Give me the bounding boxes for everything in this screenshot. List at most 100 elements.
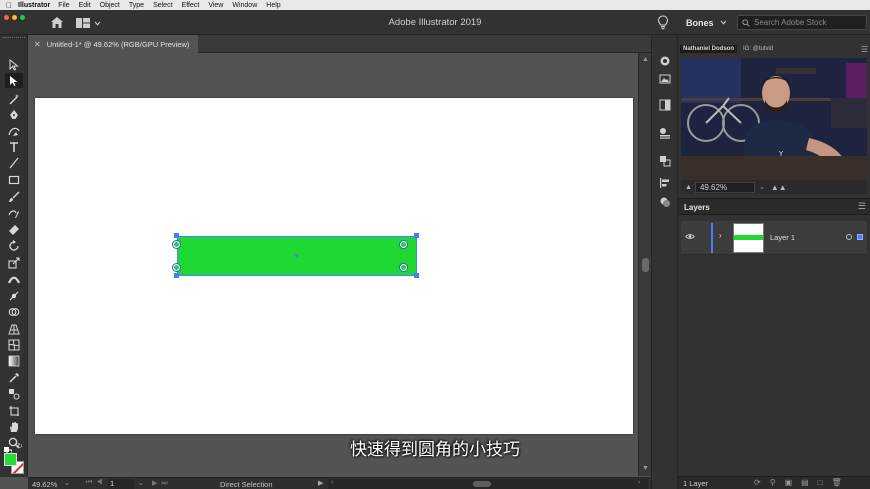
eyedropper-tool-icon[interactable]	[5, 370, 23, 385]
scroll-right-icon[interactable]: ›	[638, 479, 640, 486]
horizontal-scroll-thumb[interactable]	[473, 481, 491, 487]
appearance-panel-icon[interactable]	[658, 127, 672, 139]
minimize-window-button[interactable]	[12, 15, 17, 20]
chevron-down-icon[interactable]: ⌄	[138, 479, 144, 487]
rotate-tool-icon[interactable]	[5, 238, 23, 253]
close-tab-icon[interactable]: ✕	[34, 40, 41, 49]
magic-wand-tool-icon[interactable]	[5, 91, 23, 106]
anchor-point-top-right[interactable]	[414, 233, 419, 238]
image-panel-icon[interactable]	[658, 73, 672, 85]
cc-libraries-icon[interactable]	[658, 55, 672, 67]
chevron-down-icon	[94, 20, 101, 26]
lightbulb-icon[interactable]	[657, 15, 669, 30]
live-corner-widget-bottom-right[interactable]	[400, 264, 407, 271]
menu-view[interactable]: View	[208, 2, 223, 9]
gradient-tool-icon[interactable]	[5, 353, 23, 368]
zoom-level-field[interactable]: 49.62%	[32, 480, 62, 489]
chevron-down-icon[interactable]: ⌄	[64, 479, 72, 487]
vertical-scroll-thumb[interactable]	[642, 258, 649, 272]
layer-row[interactable]: › Layer 1	[681, 221, 867, 255]
puppet-warp-tool-icon[interactable]	[5, 288, 23, 303]
anchor-point-bottom-left[interactable]	[174, 273, 179, 278]
type-tool-icon[interactable]	[5, 139, 23, 154]
menu-help[interactable]: Help	[266, 2, 280, 9]
zoom-window-button[interactable]	[20, 15, 25, 20]
pathfinder-panel-icon[interactable]	[658, 155, 672, 167]
paintbrush-tool-icon[interactable]	[5, 189, 23, 204]
window-controls	[4, 15, 25, 20]
arrange-documents-button[interactable]	[76, 17, 102, 29]
status-menu-arrow-icon[interactable]: ▶	[318, 479, 323, 487]
visibility-eye-icon[interactable]	[685, 233, 695, 242]
export-to-cc-icon[interactable]: ⟳	[754, 478, 761, 487]
scale-tool-icon[interactable]	[5, 255, 23, 270]
blend-tool-icon[interactable]	[5, 386, 23, 401]
curvature-tool-icon[interactable]	[5, 123, 23, 138]
line-tool-icon[interactable]	[5, 155, 23, 170]
canvas-area[interactable]	[28, 53, 638, 476]
home-icon[interactable]	[50, 16, 64, 29]
live-corner-widget-bottom-left[interactable]	[173, 264, 180, 271]
menu-type[interactable]: Type	[129, 2, 144, 9]
artboard-tool-icon[interactable]	[5, 403, 23, 418]
eraser-tool-icon[interactable]	[5, 222, 23, 237]
apple-icon[interactable]: 	[0, 1, 18, 10]
hand-tool-icon[interactable]	[5, 419, 23, 434]
new-sublayer-icon[interactable]: ▤	[801, 478, 809, 487]
scroll-down-icon[interactable]: ▼	[642, 465, 649, 472]
layer-name[interactable]: Layer 1	[770, 233, 795, 242]
workspace-switcher[interactable]: Bones	[680, 14, 730, 31]
chevron-right-icon[interactable]: ›	[719, 231, 722, 240]
direct-selection-tool-icon[interactable]	[5, 73, 23, 88]
perspective-grid-tool-icon[interactable]	[5, 321, 23, 336]
pen-tool-icon[interactable]	[5, 107, 23, 122]
scroll-up-icon[interactable]: ▲	[642, 56, 649, 63]
menu-edit[interactable]: Edit	[79, 2, 91, 9]
artboard-next-buttons[interactable]: ▶⏭	[152, 479, 172, 488]
transparency-panel-icon[interactable]	[658, 99, 672, 111]
delete-layer-icon[interactable]: 🗑	[832, 478, 842, 487]
color-panel-icon[interactable]	[658, 196, 672, 208]
rectangle-tool-icon[interactable]	[5, 172, 23, 187]
artboard[interactable]	[35, 98, 633, 434]
tab-layers[interactable]: Layers	[684, 203, 710, 212]
menu-effect[interactable]: Effect	[182, 2, 200, 9]
scroll-left-icon[interactable]: ‹	[331, 479, 333, 486]
clipping-mask-icon[interactable]: ▣	[785, 478, 793, 487]
toolbar-grip[interactable]	[3, 37, 25, 41]
align-panel-icon[interactable]	[658, 177, 672, 189]
anchor-point-top-left[interactable]	[174, 233, 179, 238]
menu-window[interactable]: Window	[232, 2, 257, 9]
menu-object[interactable]: Object	[100, 2, 120, 9]
selection-tool-icon[interactable]	[5, 57, 23, 72]
app-menu[interactable]: Illustrator	[18, 2, 50, 9]
live-corner-widget-top-right[interactable]	[400, 241, 407, 248]
menu-select[interactable]: Select	[153, 2, 172, 9]
locate-object-icon[interactable]: ⚲	[770, 478, 776, 487]
right-panel: Nathaniel Dodson IG: @tutvid ☰ Y ▲ 49.62…	[678, 35, 870, 489]
zoom-out-mountain-icon[interactable]: ▲	[685, 184, 692, 191]
mesh-tool-icon[interactable]	[5, 337, 23, 352]
close-window-button[interactable]	[4, 15, 9, 20]
artboard-prev-buttons[interactable]: ⏮◀	[86, 479, 107, 487]
navigator-zoom-field[interactable]: 49.62%	[694, 181, 755, 193]
width-tool-icon[interactable]	[5, 272, 23, 287]
chevron-down-icon[interactable]: ⌄	[759, 183, 765, 191]
live-corner-widget-top-left[interactable]	[173, 241, 180, 248]
horizontal-scrollbar[interactable]: ‹ ›	[328, 479, 648, 489]
stock-search-input[interactable]: Search Adobe Stock	[737, 15, 867, 30]
anchor-point-bottom-right[interactable]	[414, 273, 419, 278]
shape-builder-tool-icon[interactable]	[5, 304, 23, 319]
macos-menu-bar:  Illustrator File Edit Object Type Sele…	[0, 0, 870, 10]
layer-target-icon[interactable]	[846, 234, 852, 240]
vertical-scrollbar[interactable]: ▲ ▼	[638, 53, 651, 476]
artboard-number-field[interactable]: 1	[108, 479, 134, 489]
panel-menu-icon[interactable]: ☰	[858, 201, 866, 212]
new-layer-icon[interactable]: □	[818, 478, 823, 487]
menu-file[interactable]: File	[58, 2, 69, 9]
panel-menu-icon[interactable]: ☰	[861, 45, 868, 54]
zoom-in-mountain-icon[interactable]: ▲▲	[771, 183, 787, 192]
layer-selection-indicator[interactable]	[857, 234, 863, 240]
shaper-tool-icon[interactable]	[5, 205, 23, 220]
document-tab[interactable]: ✕ Untitled-1* @ 49.62% (RGB/GPU Preview)	[28, 35, 198, 53]
